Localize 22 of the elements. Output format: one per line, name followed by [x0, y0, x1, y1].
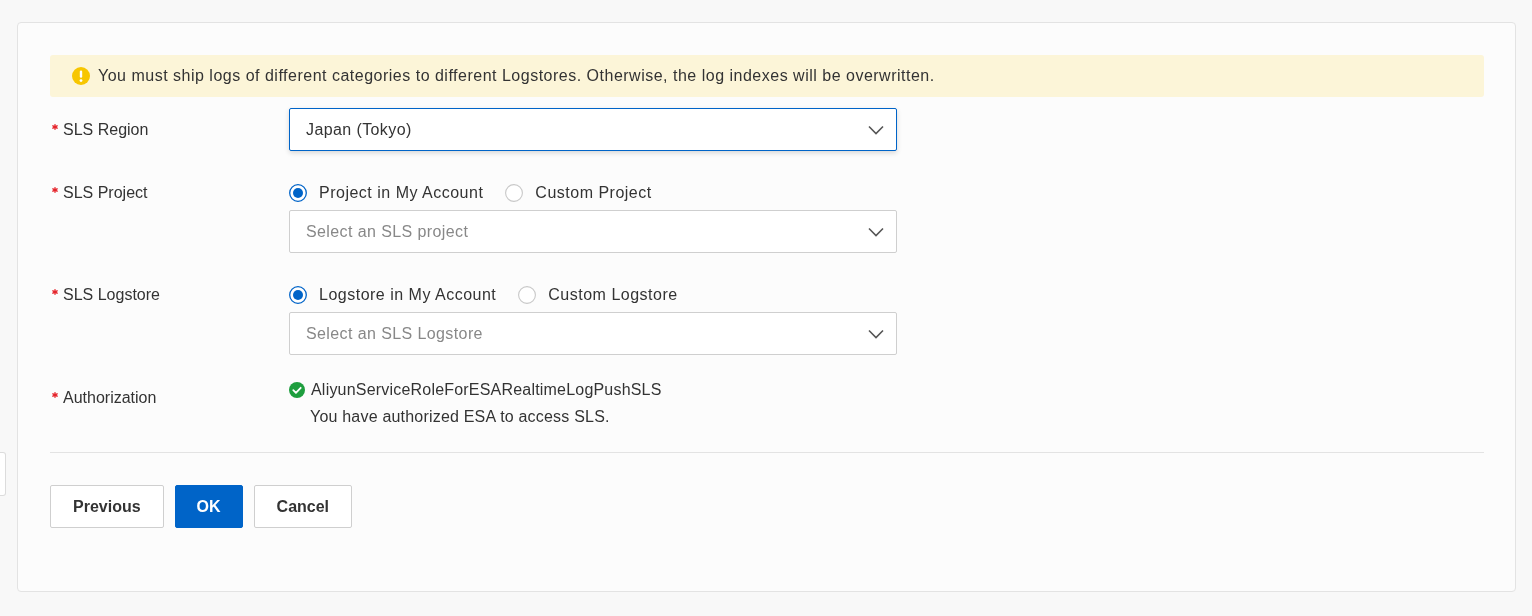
alert-text: You must ship logs of different categories to different Logstores. Otherwise, the log indexes will be overwritten. [98, 66, 935, 86]
side-panel-edge [0, 452, 6, 496]
chevron-down-icon [868, 328, 884, 339]
form-button[interactable]: Previous [50, 485, 164, 528]
select-field[interactable]: Japan (Tokyo) [289, 108, 897, 151]
field-label: SLS Region [63, 119, 149, 140]
form-button[interactable]: Cancel [253, 485, 353, 528]
role-name: AliyunServiceRoleForESARealtimeLogPushSLS [311, 380, 662, 400]
warning-icon [72, 67, 90, 85]
select-field[interactable]: Select an SLS project [289, 210, 897, 253]
radio-option[interactable]: Custom Logstore [518, 283, 678, 307]
radio-option[interactable]: Logstore in My Account [289, 283, 497, 307]
field-label: Authorization [63, 388, 157, 408]
authorization-note: You have authorized ESA to access SLS. [310, 408, 610, 425]
radio-option[interactable]: Custom Project [505, 181, 652, 205]
chevron-down-icon [868, 226, 884, 237]
radio-option[interactable]: Project in My Account [289, 181, 484, 205]
field-label: SLS Project [63, 183, 148, 203]
ok-button[interactable]: OK [174, 485, 243, 528]
field-label: SLS Logstore [63, 285, 160, 305]
select-field[interactable]: Select an SLS Logstore [289, 312, 897, 355]
chevron-down-icon [868, 124, 884, 135]
